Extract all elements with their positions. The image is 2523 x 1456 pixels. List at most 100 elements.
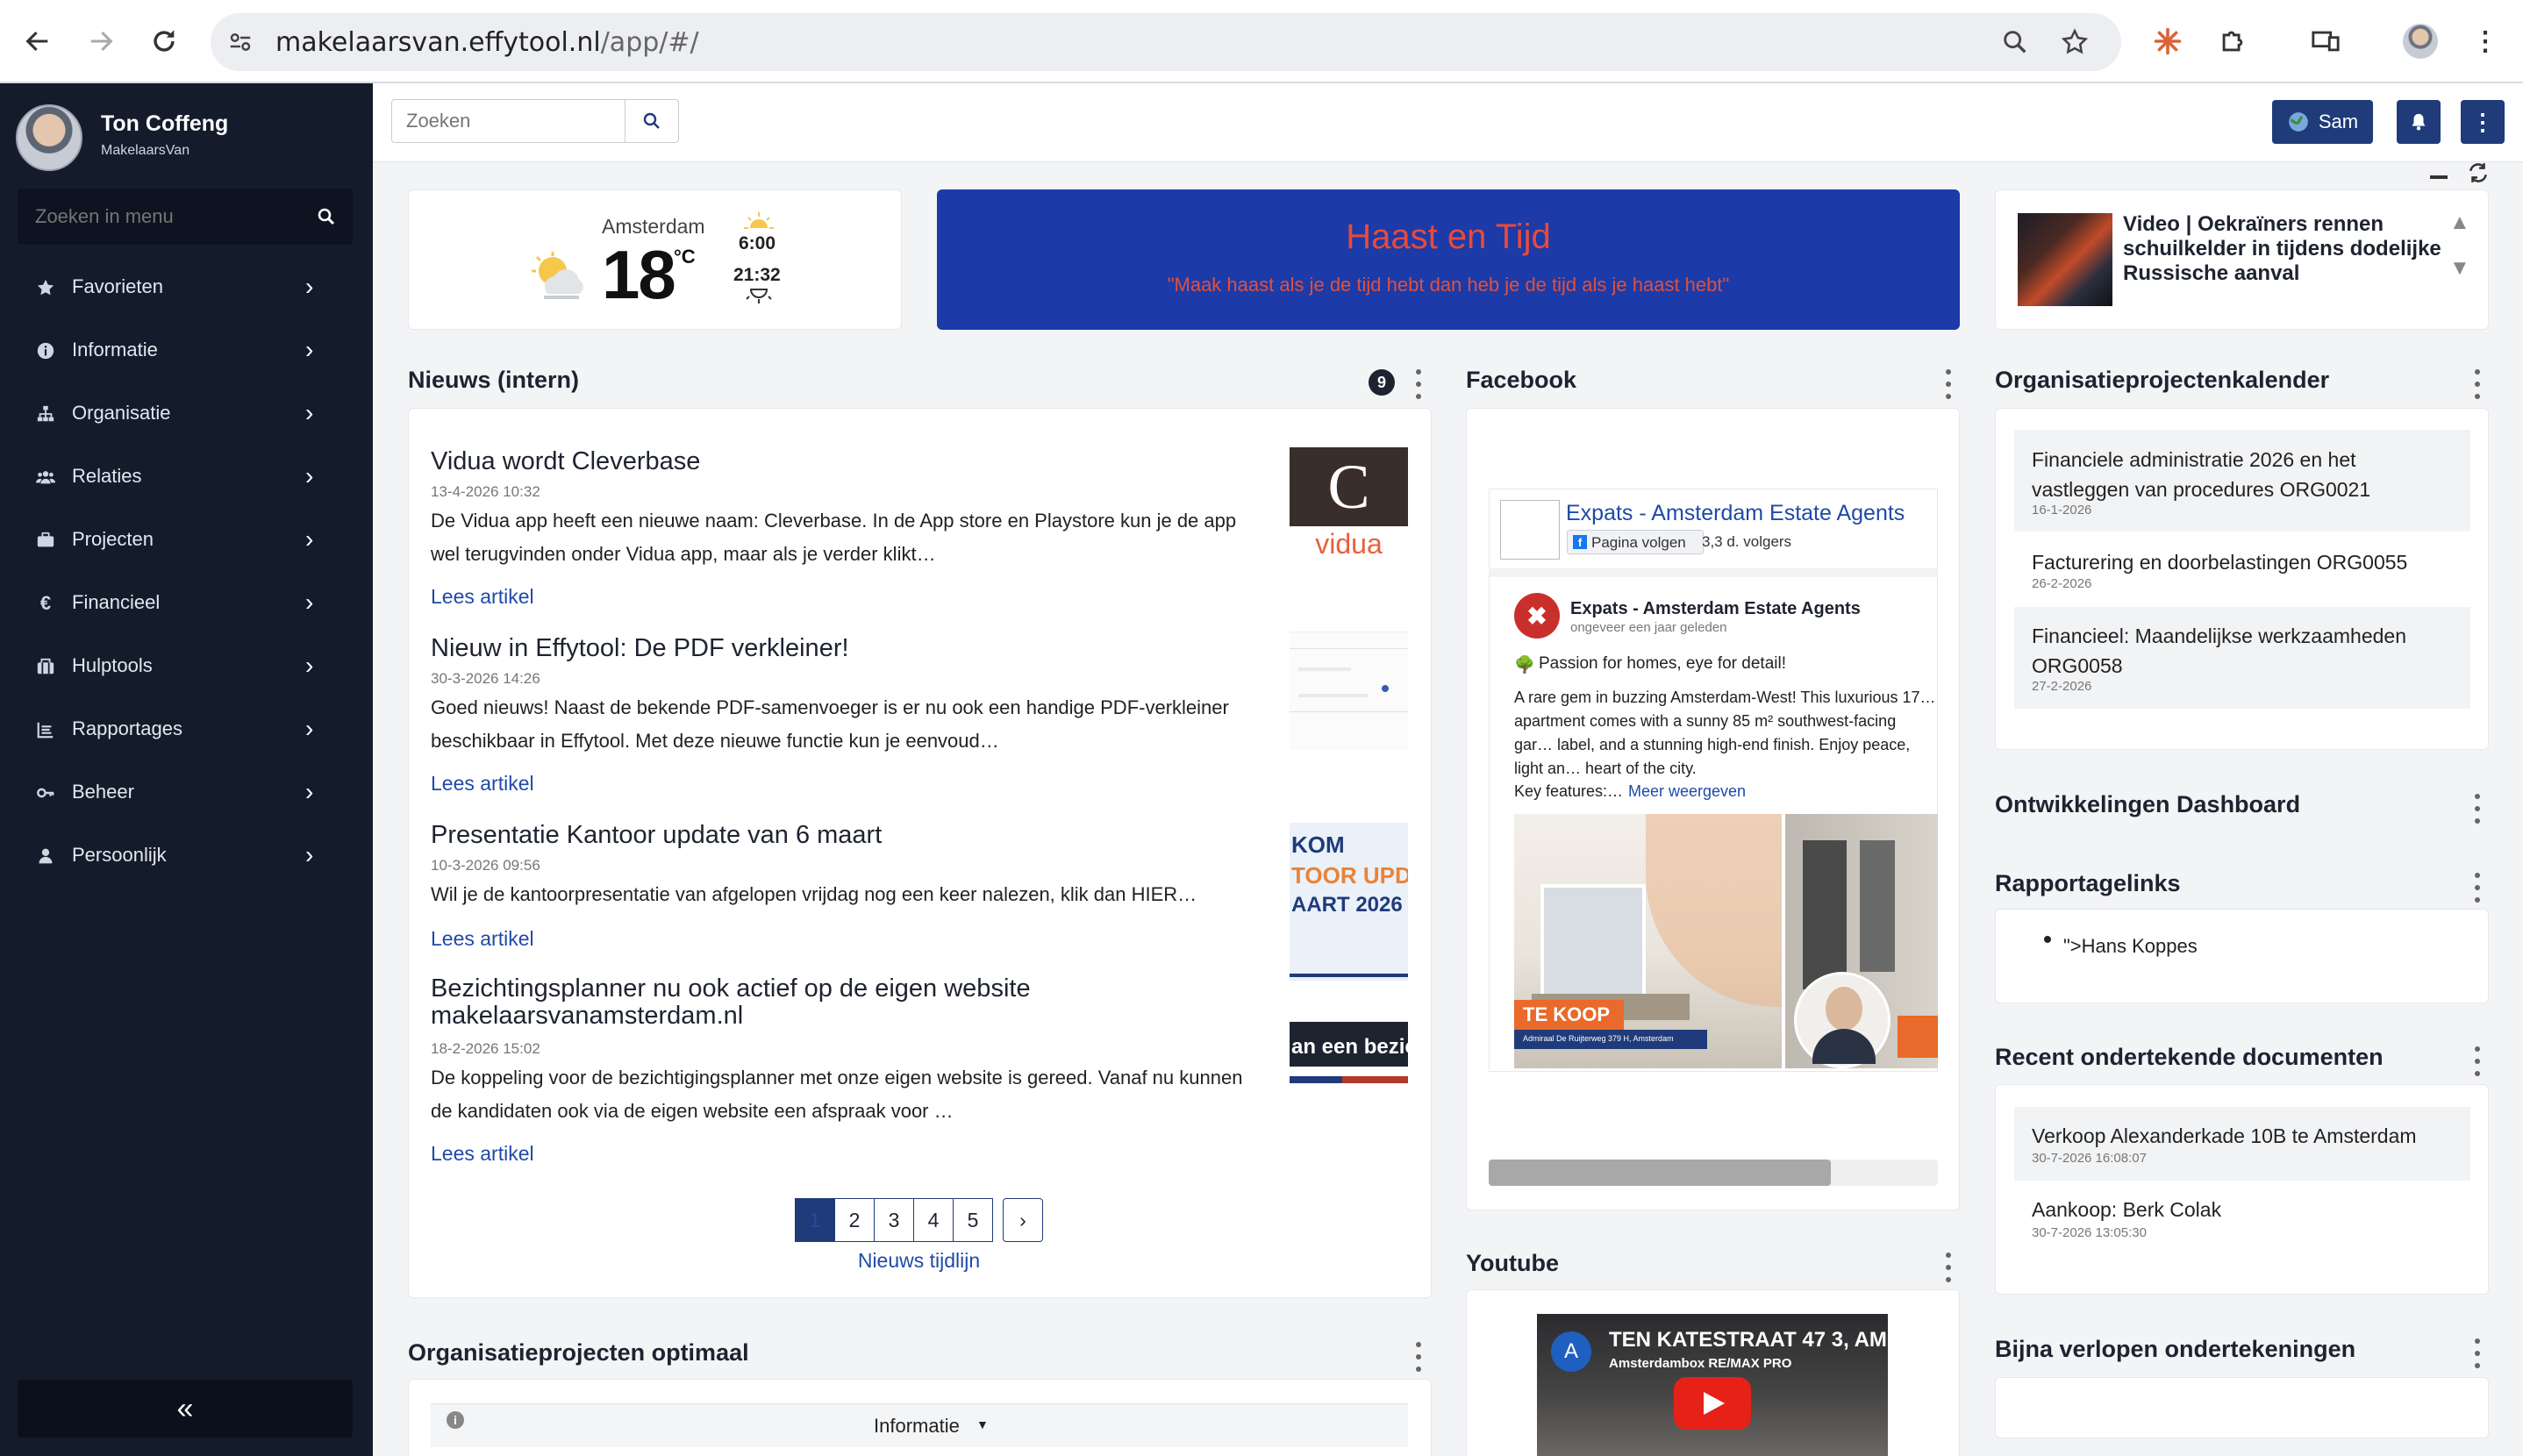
post-time: ongeveer een jaar geleden [1570, 620, 1727, 635]
news-item-thumbnail[interactable]: KOM TOOR UPD AART 2026 [1290, 823, 1408, 981]
post-image-1[interactable]: TE KOOP Admiraal De Ruijterweg 379 H, Am… [1514, 814, 1782, 1068]
menu-search [18, 189, 353, 245]
sidebar-item-financieel[interactable]: € Financieel › [0, 576, 373, 629]
caret-down-icon: ▼ [976, 1417, 989, 1431]
news-menu-icon[interactable] [1412, 369, 1425, 399]
bookmark-star-icon[interactable] [2060, 27, 2090, 61]
browser-toolbar: makelaarsvan.effytool.nl/app/#/ ⋮ [0, 0, 2523, 83]
facebook-menu-icon[interactable] [1942, 369, 1955, 399]
post-author[interactable]: Expats - Amsterdam Estate Agents [1570, 599, 1861, 619]
recent-docs-menu-icon[interactable] [2471, 1046, 2484, 1076]
quote-card [937, 189, 1960, 330]
sidebar-item-projecten[interactable]: Projecten › [0, 513, 373, 566]
minimize-icon[interactable] [2430, 175, 2448, 179]
page-button-2[interactable]: 2 [834, 1198, 875, 1242]
refresh-icon[interactable] [2467, 161, 2490, 189]
dev-dashboard-menu-icon[interactable] [2471, 794, 2484, 824]
url-text[interactable]: makelaarsvan.effytool.nl/app/#/ [275, 27, 699, 58]
follow-page-button[interactable]: f Pagina volgen [1567, 530, 1704, 554]
more-options-button[interactable]: ⋮ [2461, 100, 2505, 144]
sidebar-item-organisatie[interactable]: Organisatie › [0, 387, 373, 439]
thumbnail-brand: vidua [1315, 528, 1383, 560]
search-icon[interactable] [316, 206, 337, 232]
ticker-title[interactable]: Video | Oekraïners rennen schuilkelder i… [2123, 212, 2448, 286]
facebook-page-name[interactable]: Expats - Amsterdam Estate Agents [1566, 501, 1905, 526]
post-image-2[interactable] [1785, 814, 1938, 1068]
sidebar-item-beheer[interactable]: Beheer › [0, 766, 373, 818]
info-dropdown-row[interactable]: i Informatie ▼ [431, 1403, 1408, 1447]
user-button[interactable]: Sam [2272, 100, 2373, 144]
person-icon [35, 846, 56, 867]
scrollbar-thumb[interactable] [1489, 1160, 1831, 1186]
extensions-puzzle-icon[interactable] [2211, 19, 2255, 63]
youtube-menu-icon[interactable] [1942, 1253, 1955, 1282]
ticker-up-icon[interactable]: ▲ [2449, 211, 2470, 235]
sidebar-item-rapportages[interactable]: Rapportages › [0, 703, 373, 755]
read-article-link[interactable]: Lees artikel [431, 772, 534, 796]
read-article-link[interactable]: Lees artikel [431, 927, 534, 951]
sidebar: Ton Coffeng MakelaarsVan Favorieten › In… [0, 83, 373, 1456]
euro-icon: € [39, 592, 52, 614]
sidebar-item-informatie[interactable]: Informatie › [0, 324, 373, 376]
news-item-thumbnail[interactable]: an een bezic [1290, 1022, 1408, 1096]
bell-icon [2412, 113, 2426, 131]
forward-icon[interactable] [79, 19, 123, 63]
profile-avatar-icon[interactable] [2398, 19, 2442, 63]
news-item-title[interactable]: Bezichtingsplanner nu ook actief op de e… [431, 975, 1220, 1030]
report-link[interactable]: ">Hans Koppes [2063, 935, 2198, 958]
news-item-date: 30-3-2026 14:26 [431, 670, 540, 687]
user-button-label: Sam [2318, 111, 2359, 132]
read-article-link[interactable]: Lees artikel [431, 1142, 534, 1166]
page-button-3[interactable]: 3 [874, 1198, 914, 1242]
sidebar-item-favorieten[interactable]: Favorieten › [0, 261, 373, 313]
search-input[interactable] [406, 100, 617, 142]
site-settings-icon[interactable] [226, 29, 254, 60]
news-item-thumbnail[interactable]: C vidua [1290, 447, 1408, 566]
search-button[interactable] [625, 99, 679, 143]
sidebar-item-relaties[interactable]: Relaties › [0, 450, 373, 503]
ticker-down-icon[interactable]: ▼ [2449, 256, 2470, 281]
calendar-menu-icon[interactable] [2471, 369, 2484, 399]
news-section-title: Nieuws (intern) [408, 367, 580, 393]
calendar-item-date: 26-2-2026 [2032, 576, 2092, 591]
extension-icon[interactable] [2146, 19, 2190, 63]
sidebar-item-label: Organisatie [72, 402, 171, 424]
sunset-time: 21:32 [733, 265, 781, 285]
news-item-title[interactable]: Vidua wordt Cleverbase [431, 447, 700, 476]
sidebar-item-label: Beheer [72, 781, 134, 803]
news-item-text: Wil je de kantoorpresentatie van afgelop… [431, 883, 1197, 905]
back-icon[interactable] [16, 19, 60, 63]
notifications-button[interactable] [2397, 100, 2441, 144]
sidebar-item-hulptools[interactable]: Hulptools › [0, 639, 373, 692]
document-date: 30-7-2026 13:05:30 [2032, 1225, 2147, 1240]
collapse-sidebar-button[interactable]: « [18, 1380, 353, 1438]
news-timeline-link[interactable]: Nieuws tijdlijn [795, 1249, 1043, 1273]
video-thumbnail[interactable] [2018, 213, 2112, 306]
zoom-icon[interactable] [2000, 27, 2030, 61]
news-item-thumbnail[interactable] [1290, 632, 1408, 750]
play-icon[interactable] [1674, 1377, 1751, 1430]
address-bar[interactable]: makelaarsvan.effytool.nl/app/#/ [211, 13, 2121, 71]
next-page-button[interactable]: › [1003, 1198, 1043, 1242]
page-button-1[interactable]: 1 [795, 1198, 835, 1242]
post-author-avatar[interactable]: ✖ [1514, 593, 1560, 639]
reload-icon[interactable] [142, 19, 186, 63]
expiring-menu-icon[interactable] [2471, 1338, 2484, 1368]
read-article-link[interactable]: Lees artikel [431, 585, 534, 609]
news-item-title[interactable]: Nieuw in Effytool: De PDF verkleiner! [431, 634, 849, 663]
browser-menu-icon[interactable]: ⋮ [2463, 19, 2507, 63]
sidebar-item-persoonlijk[interactable]: Persoonlijk › [0, 829, 373, 881]
avatar[interactable] [16, 104, 82, 171]
youtube-video[interactable]: A TEN KATESTRAAT 47 3, AM Amsterdambox R… [1537, 1314, 1888, 1456]
sunrise-time: 6:00 [739, 233, 776, 253]
report-links-menu-icon[interactable] [2471, 873, 2484, 903]
menu-search-input[interactable] [35, 189, 307, 245]
news-item-title[interactable]: Presentatie Kantoor update van 6 maart [431, 821, 882, 850]
quote-title: Haast en Tijd [1346, 218, 1551, 256]
see-more-link[interactable]: Meer weergeven [1628, 782, 1746, 801]
cast-icon[interactable] [2304, 19, 2348, 63]
page-button-5[interactable]: 5 [953, 1198, 993, 1242]
org-optimal-menu-icon[interactable] [1412, 1342, 1425, 1372]
page-button-4[interactable]: 4 [913, 1198, 954, 1242]
horizontal-scrollbar[interactable] [1489, 1160, 1938, 1186]
